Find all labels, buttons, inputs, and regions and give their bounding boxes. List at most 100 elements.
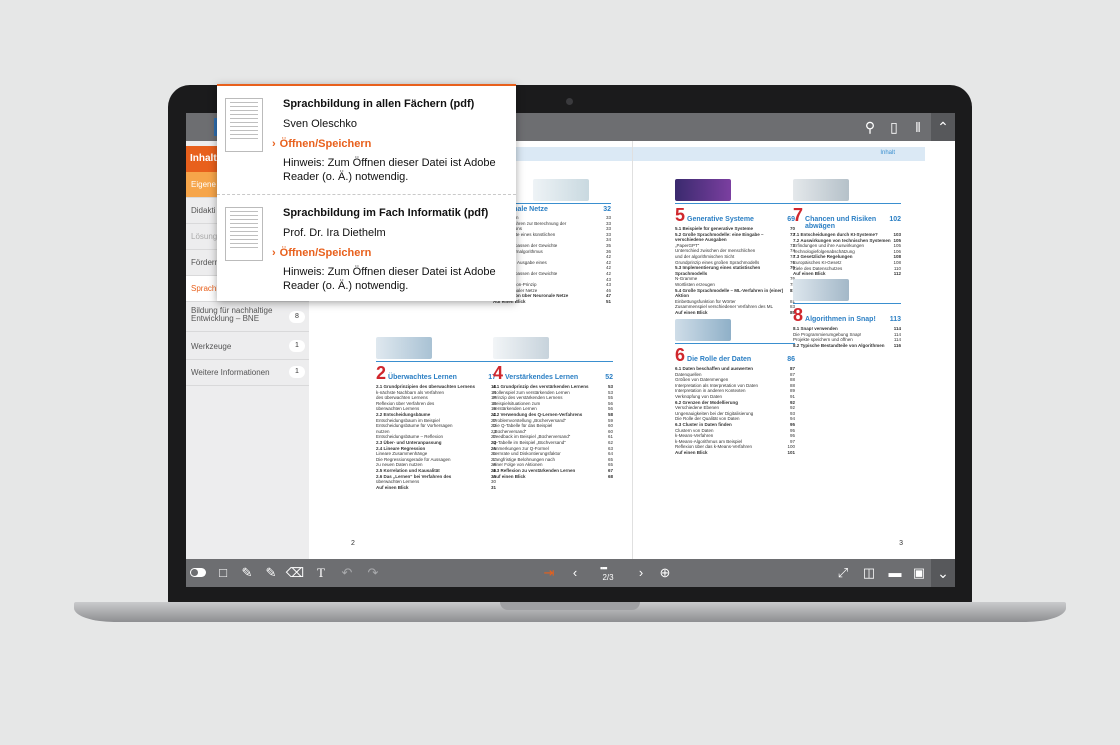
chapter-image	[675, 179, 731, 201]
book-page-right: Inhalt 5 Generative Systeme 69 5.1 Beisp…	[633, 141, 925, 559]
chapter-5[interactable]: 5 Generative Systeme 69 5.1 Beispiele fü…	[675, 179, 795, 316]
toc-entry-title: 5.3 Implementierung eines statistischen …	[675, 265, 761, 276]
highlighter-icon[interactable]: ✎	[260, 559, 282, 587]
sidebar-item-label: Weitere Informationen	[191, 368, 270, 377]
pdf-thumbnail-icon	[225, 98, 263, 152]
toc-entry-title: 8.2 Typische Bestandteile von Algorithme…	[793, 342, 885, 348]
chapter-image	[493, 337, 549, 359]
toc-entry[interactable]: 5.3 Implementierung eines statistischen …	[675, 265, 795, 276]
sidebar-item-label: Bildung für nachhaltige Entwicklung – BN…	[191, 306, 273, 323]
popup-entry: Sprachbildung in allen Fächern (pdf) Sve…	[217, 86, 516, 194]
sidebar-item-werkzeuge[interactable]: Werkzeuge 1	[186, 334, 309, 360]
chapter-heading: 6 Die Rolle der Daten 86	[675, 343, 795, 364]
chapter-image	[376, 337, 432, 359]
page-overview-icon[interactable]: ▪▪▪	[600, 563, 608, 573]
chapter-entries: 7.1 Entscheidungen durch KI-Systeme? 103 7…	[793, 232, 901, 277]
toc-entry[interactable]: Auf einen Blick 101	[675, 450, 795, 456]
chapter-image	[793, 279, 849, 301]
toc-entry-page: 51	[605, 298, 611, 304]
enter-page-icon[interactable]: ⇥	[538, 559, 560, 587]
chapter-number: 7	[793, 205, 804, 225]
chapter-page: 86	[787, 356, 795, 363]
open-save-link[interactable]: › Öffnen/Speichern	[272, 247, 371, 259]
chapter-6[interactable]: 6 Die Rolle der Daten 86 6.1 Daten besch…	[675, 319, 795, 456]
chevron-down-icon[interactable]: ⌄	[931, 559, 955, 587]
chapter-image	[533, 179, 589, 201]
toc-entry[interactable]: 8.2 Typische Bestandteile von Algorithme…	[793, 343, 901, 349]
open-save-label: Öffnen/Speichern	[279, 138, 372, 150]
sidebar-item-bne[interactable]: Bildung für nachhaltige Entwicklung – BN…	[186, 302, 309, 332]
chevron-up-icon[interactable]: ⌃	[931, 113, 955, 141]
toc-entry-page: 116	[893, 342, 901, 348]
previous-page-icon[interactable]: ‹	[564, 559, 586, 587]
chapter-heading: 4 Verstärkendes Lernen 52	[493, 361, 613, 382]
chapter-number: 5	[675, 205, 686, 225]
toc-entry[interactable]: Auf einen Blick 68	[493, 474, 613, 480]
next-page-icon[interactable]: ›	[630, 559, 652, 587]
page-band-label: Inhalt	[880, 150, 895, 156]
annotation-toggle[interactable]	[190, 568, 206, 577]
toc-entry-title: Auf einen Blick	[493, 473, 526, 479]
bookmark-icon[interactable]: ▯	[882, 113, 906, 141]
undo-icon[interactable]: ↶	[336, 559, 358, 587]
chapter-title: Chancen und Risiken abwägen	[805, 216, 877, 230]
count-badge: 1	[289, 366, 305, 378]
chapter-4[interactable]: 4 Verstärkendes Lernen 52 4.1 Grundprinz…	[493, 337, 613, 479]
chapter-number: 2	[376, 363, 387, 383]
text-icon[interactable]: T	[310, 559, 332, 587]
toc-entry-page: 31	[490, 484, 496, 490]
pen-icon[interactable]: ✎	[236, 559, 258, 587]
chapter-entries: 2.1 Grundprinzipien des überwachten Lern…	[376, 384, 496, 490]
document-author: Prof. Dr. Ira Diethelm	[283, 227, 386, 239]
redo-icon[interactable]: ↷	[362, 559, 384, 587]
chapter-8[interactable]: 8 Algorithmen in Snap! 113 8.1 Snap! ver…	[793, 279, 901, 348]
chapter-page: 52	[605, 374, 613, 381]
toc-entry-title: Auf einen Blick	[675, 309, 708, 315]
single-page-icon[interactable]: ▬	[884, 559, 906, 587]
toc-entry-page: 68	[607, 473, 613, 479]
chapter-2[interactable]: 2 Überwachtes Lernen 17 2.1 Grundprinzip…	[376, 337, 496, 490]
toc-entry-title: Auf einen Blick	[793, 271, 826, 277]
page-number: 3	[899, 540, 903, 547]
open-save-label: Öffnen/Speichern	[279, 247, 372, 259]
search-icon[interactable]: ⚲	[858, 113, 882, 141]
toc-entry-title: Auf einen Blick	[675, 449, 708, 455]
document-hint: Hinweis: Zum Öffnen dieser Datei ist Ado…	[283, 157, 496, 183]
count-badge: 8	[289, 311, 305, 323]
chapter-heading: 7 Chancen und Risiken abwägen 102	[793, 203, 901, 230]
document-title: Sprachbildung in allen Fächern (pdf)	[283, 98, 475, 110]
chapter-image	[793, 179, 849, 201]
chapter-page: 102	[889, 216, 901, 223]
chapter-heading: 5 Generative Systeme 69	[675, 203, 795, 224]
tools-icon[interactable]: ‖	[906, 113, 930, 141]
chapter-7[interactable]: 7 Chancen und Risiken abwägen 102 7.1 En…	[793, 179, 901, 277]
chapter-heading: 2 Überwachtes Lernen 17	[376, 361, 496, 382]
toc-entry[interactable]: 5.4 Große Sprachmodelle – ML-Verfahren i…	[675, 288, 795, 299]
open-save-link[interactable]: › Öffnen/Speichern	[272, 138, 371, 150]
toc-entry[interactable]: Auf einen Blick 31	[376, 485, 496, 491]
zoom-in-icon[interactable]: ⊕	[654, 559, 676, 587]
eraser-icon[interactable]: ⌫	[284, 559, 306, 587]
chapter-entries: 5.1 Beispiele für generative Systeme 70 5.…	[675, 226, 795, 316]
toc-entry[interactable]: Auf einen Blick 112	[793, 271, 901, 277]
chapter-title: Verstärkendes Lernen	[505, 374, 579, 381]
note-icon[interactable]: □	[212, 559, 234, 587]
chevron-right-icon: ›	[272, 247, 276, 259]
toc-entry-page: 112	[893, 271, 901, 277]
camera	[566, 98, 573, 105]
toc-entry[interactable]: Auf einen Blick 85	[675, 310, 795, 316]
chapter-title: Algorithmen in Snap!	[805, 316, 876, 323]
chapter-entries: 8.1 Snap! verwenden 114 Die Programmierumg…	[793, 326, 901, 348]
fullscreen-icon[interactable]: ⤢	[832, 559, 854, 587]
double-page-icon[interactable]: ◫	[858, 559, 880, 587]
chapter-title: Die Rolle der Daten	[687, 356, 752, 363]
chapter-page: 113	[889, 316, 901, 323]
chapter-number: 6	[675, 345, 686, 365]
sidebar-item-label: Didakti	[191, 206, 216, 215]
toc-entry[interactable]: 5.2 Große Sprachmodelle: eine Eingabe – …	[675, 232, 795, 243]
chapter-image	[675, 319, 731, 341]
pdf-thumbnail-icon	[225, 207, 263, 261]
sidebar-item-weitere-informationen[interactable]: Weitere Informationen 1	[186, 360, 309, 386]
toc-entry-title: 5.4 Große Sprachmodelle – ML-Verfahren i…	[675, 287, 784, 299]
sidebar-view-icon[interactable]: ▣	[908, 559, 930, 587]
